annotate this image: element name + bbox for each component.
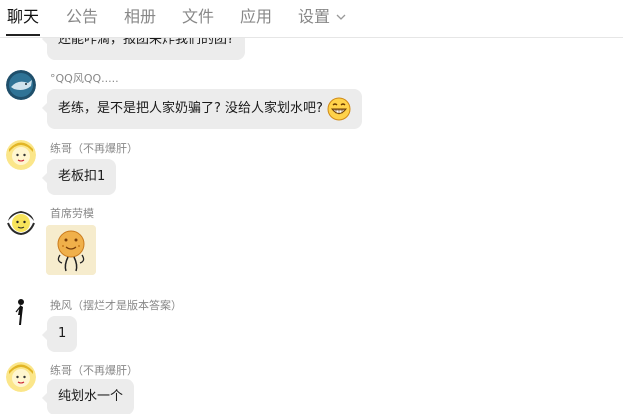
cartoon-avatar-icon xyxy=(6,205,36,235)
message-text: 纯划水一个 xyxy=(58,389,124,404)
tab-apps[interactable]: 应用 xyxy=(240,0,272,35)
message-text: 老板扣1 xyxy=(58,169,106,184)
tab-chat[interactable]: 聊天 xyxy=(5,0,41,36)
sender-nickname[interactable]: 首席劳模 xyxy=(50,205,94,221)
cartoon-avatar-icon xyxy=(6,140,36,170)
avatar[interactable] xyxy=(6,205,36,235)
message-text: 还能咋滴，报团来炸我们的团? xyxy=(58,38,234,47)
tab-album[interactable]: 相册 xyxy=(124,0,156,35)
tab-files[interactable]: 文件 xyxy=(182,0,214,35)
message-bubble[interactable]: 老练，是不是把人家奶骗了? 没给人家划水吧? xyxy=(42,89,362,129)
tab-settings[interactable]: 设置 xyxy=(298,0,346,35)
cookie-sticker-icon xyxy=(46,225,96,275)
message-text: 1 xyxy=(58,326,67,341)
chevron-down-icon xyxy=(336,14,346,20)
avatar[interactable] xyxy=(6,362,36,392)
message-bubble[interactable]: 纯划水一个 xyxy=(41,379,135,414)
cartoon-avatar-icon xyxy=(6,362,36,392)
avatar[interactable] xyxy=(6,140,36,170)
sender-nickname[interactable]: 练哥（不再爆肝） xyxy=(50,362,138,378)
avatar[interactable] xyxy=(6,297,36,327)
message-text: 老练，是不是把人家奶骗了? 没给人家划水吧? xyxy=(58,101,323,116)
figure-avatar-icon xyxy=(6,297,36,327)
message-bubble[interactable]: 老板扣1 xyxy=(41,159,117,195)
chat-message-list[interactable]: 还能咋滴，报团来炸我们的团? °QQ风QQ..... 老练，是不是把人家奶骗了?… xyxy=(0,38,623,414)
tab-announcements[interactable]: 公告 xyxy=(66,0,98,35)
avatar[interactable] xyxy=(6,70,36,100)
group-tab-bar: 聊天 公告 相册 文件 应用 设置 xyxy=(0,0,623,38)
message-bubble[interactable]: 1 xyxy=(41,316,78,352)
message-bubble[interactable]: 还能咋滴，报团来炸我们的团? xyxy=(42,38,245,60)
sender-nickname[interactable]: 挽风（摆烂才是版本答案） xyxy=(50,297,182,313)
shark-avatar-icon xyxy=(6,70,36,100)
grinning-emoji-icon xyxy=(327,97,351,121)
tab-settings-label: 设置 xyxy=(298,7,331,26)
sticker-image[interactable] xyxy=(46,225,96,275)
sender-nickname[interactable]: 练哥（不再爆肝） xyxy=(50,140,138,156)
sender-nickname[interactable]: °QQ风QQ..... xyxy=(50,70,119,86)
